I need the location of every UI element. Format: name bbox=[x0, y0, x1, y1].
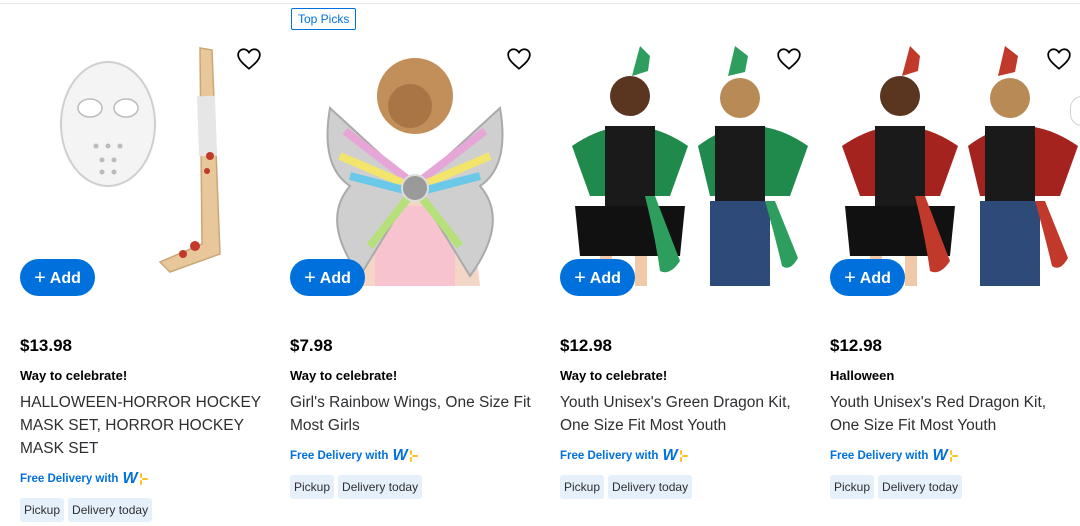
pickup-chip: Pickup bbox=[20, 498, 65, 522]
add-to-cart-button[interactable]: + Add bbox=[830, 259, 905, 296]
product-kicker: Halloween bbox=[830, 368, 895, 383]
fulfillment-chips: Pickup Delivery today bbox=[290, 475, 423, 499]
top-picks-badge: Top Picks bbox=[291, 8, 357, 30]
fulfillment-chips: Pickup Delivery today bbox=[830, 475, 963, 499]
fulfillment-chips: Pickup Delivery today bbox=[560, 475, 693, 499]
product-title-link[interactable]: HALLOWEEN-HORROR HOCKEY MASK SET, HORROR… bbox=[20, 391, 265, 460]
add-to-cart-button[interactable]: + Add bbox=[560, 259, 635, 296]
plus-icon: + bbox=[34, 267, 46, 289]
delivery-today-chip: Delivery today bbox=[608, 475, 693, 499]
fulfillment-chips: Pickup Delivery today bbox=[20, 498, 153, 522]
product-title-link[interactable]: Youth Unisex's Red Dragon Kit, One Size … bbox=[830, 391, 1075, 437]
walmart-plus-logo-icon: W bbox=[122, 470, 148, 488]
delivery-today-chip: Delivery today bbox=[68, 498, 153, 522]
pickup-chip: Pickup bbox=[290, 475, 335, 499]
favorite-heart-icon[interactable] bbox=[776, 46, 802, 72]
add-button-label: Add bbox=[319, 270, 351, 287]
product-title-link[interactable]: Girl's Rainbow Wings, One Size Fit Most … bbox=[290, 391, 535, 437]
walmart-plus-logo-text: W bbox=[122, 470, 138, 487]
product-price: $12.98 bbox=[560, 336, 612, 355]
plus-icon: + bbox=[304, 267, 316, 289]
add-to-cart-button[interactable]: + Add bbox=[290, 259, 365, 296]
pickup-chip: Pickup bbox=[560, 475, 605, 499]
product-card-red-dragon[interactable]: + Add $12.98 Halloween Youth Unisex's Red… bbox=[830, 0, 1080, 526]
favorite-heart-icon[interactable] bbox=[236, 46, 262, 72]
product-price: $13.98 bbox=[20, 336, 72, 355]
walmart-plus-logo-text: W bbox=[392, 447, 408, 464]
product-image-green-dragon[interactable] bbox=[560, 36, 810, 286]
product-image-hockey-mask[interactable] bbox=[20, 36, 270, 286]
add-button-label: Add bbox=[49, 270, 81, 287]
product-card-hockey-mask[interactable]: + Add $13.98 Way to celebrate! HALLOWEEN-… bbox=[20, 0, 282, 526]
delivery-today-chip: Delivery today bbox=[878, 475, 963, 499]
product-kicker: Way to celebrate! bbox=[560, 368, 668, 383]
walmart-plus-logo-icon: W bbox=[932, 447, 958, 465]
favorite-heart-icon[interactable] bbox=[1046, 46, 1072, 72]
pickup-chip: Pickup bbox=[830, 475, 875, 499]
free-delivery-label: Free Delivery with W bbox=[560, 447, 688, 465]
free-delivery-text: Free Delivery with bbox=[560, 450, 659, 462]
product-title-link[interactable]: Youth Unisex's Green Dragon Kit, One Siz… bbox=[560, 391, 805, 437]
plus-icon: + bbox=[844, 267, 856, 289]
product-kicker: Way to celebrate! bbox=[20, 368, 128, 383]
delivery-today-chip: Delivery today bbox=[338, 475, 423, 499]
walmart-plus-logo-icon: W bbox=[392, 447, 418, 465]
product-card-rainbow-wings[interactable]: Top Picks + Add $7.98 Way to celebrate! … bbox=[290, 0, 552, 526]
plus-icon: + bbox=[574, 267, 586, 289]
walmart-plus-logo-icon: W bbox=[662, 447, 688, 465]
product-card-green-dragon[interactable]: + Add $12.98 Way to celebrate! Youth Unis… bbox=[560, 0, 822, 526]
free-delivery-text: Free Delivery with bbox=[20, 473, 119, 485]
add-button-label: Add bbox=[589, 270, 621, 287]
walmart-plus-logo-text: W bbox=[932, 447, 948, 464]
free-delivery-label: Free Delivery with W bbox=[20, 470, 148, 488]
free-delivery-text: Free Delivery with bbox=[830, 450, 929, 462]
product-image-red-dragon[interactable] bbox=[830, 36, 1080, 286]
free-delivery-label: Free Delivery with W bbox=[830, 447, 958, 465]
add-to-cart-button[interactable]: + Add bbox=[20, 259, 95, 296]
product-kicker: Way to celebrate! bbox=[290, 368, 398, 383]
free-delivery-label: Free Delivery with W bbox=[290, 447, 418, 465]
add-button-label: Add bbox=[859, 270, 891, 287]
free-delivery-text: Free Delivery with bbox=[290, 450, 389, 462]
favorite-heart-icon[interactable] bbox=[506, 46, 532, 72]
walmart-plus-logo-text: W bbox=[662, 447, 678, 464]
product-image-rainbow-wings[interactable] bbox=[290, 36, 540, 286]
product-price: $12.98 bbox=[830, 336, 882, 355]
product-price: $7.98 bbox=[290, 336, 333, 355]
